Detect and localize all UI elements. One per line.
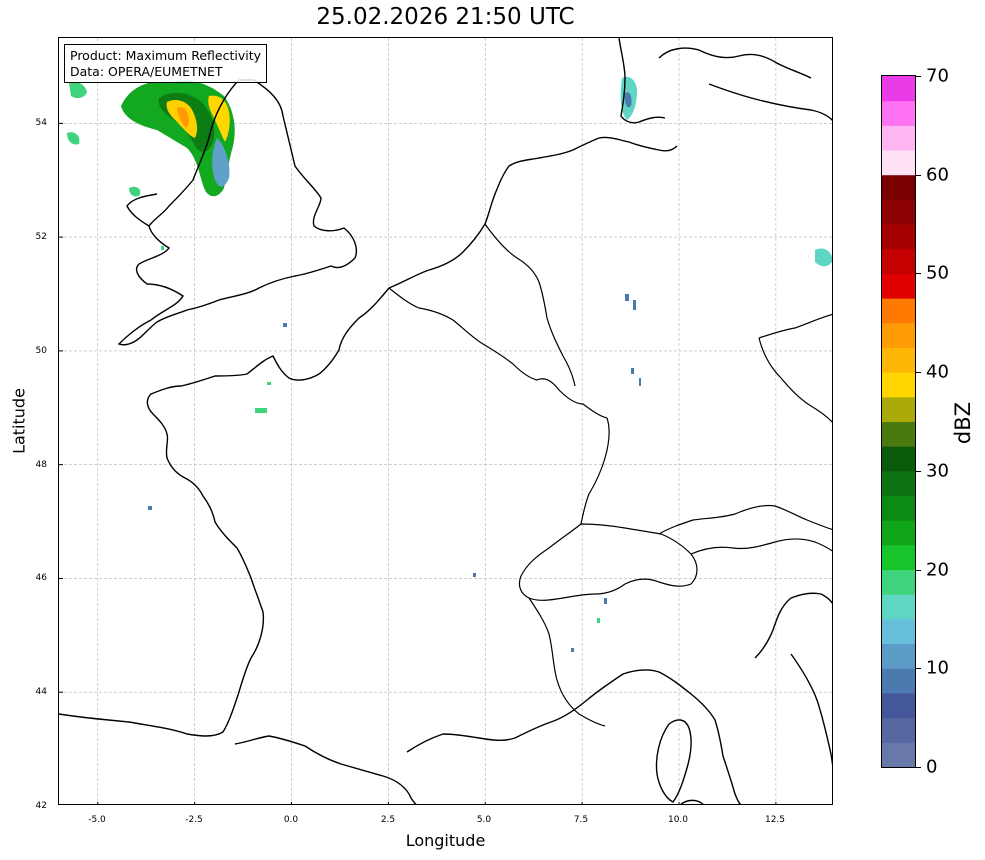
y-axis-label: Latitude bbox=[9, 388, 29, 454]
colorbar-swatch bbox=[882, 618, 915, 645]
x-tick-label: 0.0 bbox=[283, 815, 299, 825]
y-tick-label: 46 bbox=[35, 573, 47, 583]
x-axis-label: Longitude bbox=[405, 831, 486, 850]
colorbar-swatch bbox=[882, 199, 915, 225]
colorbar-tick-mark bbox=[916, 767, 921, 768]
colorbar-swatch bbox=[882, 544, 915, 571]
y-tick-label: 44 bbox=[35, 687, 47, 697]
map-grid bbox=[59, 38, 832, 804]
colorbar-swatch bbox=[882, 692, 915, 719]
colorbar-swatch bbox=[882, 174, 915, 200]
colorbar-tick-label: 50 bbox=[926, 262, 949, 284]
colorbar-swatch bbox=[882, 396, 915, 422]
colorbar bbox=[881, 75, 916, 768]
colorbar-tick-label: 40 bbox=[926, 361, 949, 383]
colorbar-tick-mark bbox=[916, 273, 921, 275]
colorbar-swatch bbox=[882, 643, 915, 669]
colorbar-tick-mark bbox=[916, 372, 921, 374]
x-tick-label: 7.5 bbox=[573, 815, 589, 825]
colorbar-swatch bbox=[882, 470, 915, 497]
colorbar-tick-label: 20 bbox=[926, 559, 949, 581]
colorbar-swatches bbox=[882, 76, 915, 768]
y-tick-label: 42 bbox=[35, 801, 47, 811]
product-info-box: Product: Maximum Reflectivity Data: OPER… bbox=[64, 44, 268, 83]
radar-echoes bbox=[67, 76, 832, 652]
colorbar-swatch bbox=[882, 298, 915, 324]
colorbar-swatch bbox=[882, 372, 915, 398]
colorbar-swatch bbox=[882, 594, 915, 620]
colorbar-tick-mark bbox=[916, 470, 921, 472]
y-tick-label: 50 bbox=[35, 346, 47, 356]
map-title: 25.02.2026 21:50 UTC bbox=[316, 4, 575, 30]
colorbar-tick-mark bbox=[916, 668, 921, 670]
colorbar-tick-label: 10 bbox=[926, 657, 949, 679]
x-tick-label: 10.0 bbox=[667, 815, 689, 825]
country-borders bbox=[388, 223, 832, 727]
colorbar-swatch bbox=[882, 76, 915, 102]
colorbar-swatch bbox=[882, 125, 915, 151]
colorbar-tick-label: 30 bbox=[926, 460, 949, 482]
y-tick-label: 54 bbox=[35, 118, 47, 128]
colorbar-swatch bbox=[882, 520, 915, 546]
colorbar-label: dBZ bbox=[951, 401, 975, 445]
colorbar-swatch bbox=[882, 224, 915, 250]
colorbar-tick-mark bbox=[916, 174, 921, 176]
colorbar-swatch bbox=[882, 495, 915, 521]
colorbar-tick-label: 60 bbox=[926, 164, 949, 186]
colorbar-swatch bbox=[882, 421, 915, 447]
colorbar-swatch bbox=[882, 347, 915, 373]
map-plot-area bbox=[58, 37, 833, 805]
coastlines bbox=[59, 38, 832, 804]
colorbar-swatch bbox=[882, 569, 915, 595]
x-tick-label: 12.5 bbox=[764, 815, 786, 825]
y-tick-label: 52 bbox=[35, 232, 47, 242]
product-label: Product: Maximum Reflectivity bbox=[70, 48, 262, 63]
x-tick-label: -2.5 bbox=[185, 815, 203, 825]
y-tick-label: 48 bbox=[35, 460, 47, 470]
colorbar-swatch bbox=[882, 248, 915, 274]
x-tick-label: 5.0 bbox=[476, 815, 492, 825]
colorbar-swatch bbox=[882, 273, 915, 299]
x-tick-label: -5.0 bbox=[88, 815, 106, 825]
colorbar-swatch bbox=[882, 322, 915, 348]
colorbar-swatch bbox=[882, 150, 915, 176]
colorbar-swatch bbox=[882, 668, 915, 694]
map-canvas bbox=[59, 38, 832, 804]
colorbar-tick-mark bbox=[916, 569, 921, 571]
colorbar-tick-label: 70 bbox=[926, 65, 949, 87]
colorbar-swatch bbox=[882, 742, 915, 768]
data-source-label: Data: OPERA/EUMETNET bbox=[70, 64, 223, 79]
colorbar-tick-label: 0 bbox=[926, 756, 938, 778]
colorbar-swatch bbox=[882, 446, 915, 472]
colorbar-swatch bbox=[882, 717, 915, 743]
colorbar-tick-mark bbox=[916, 76, 921, 77]
x-tick-label: 2.5 bbox=[380, 815, 396, 825]
colorbar-swatch bbox=[882, 100, 915, 126]
